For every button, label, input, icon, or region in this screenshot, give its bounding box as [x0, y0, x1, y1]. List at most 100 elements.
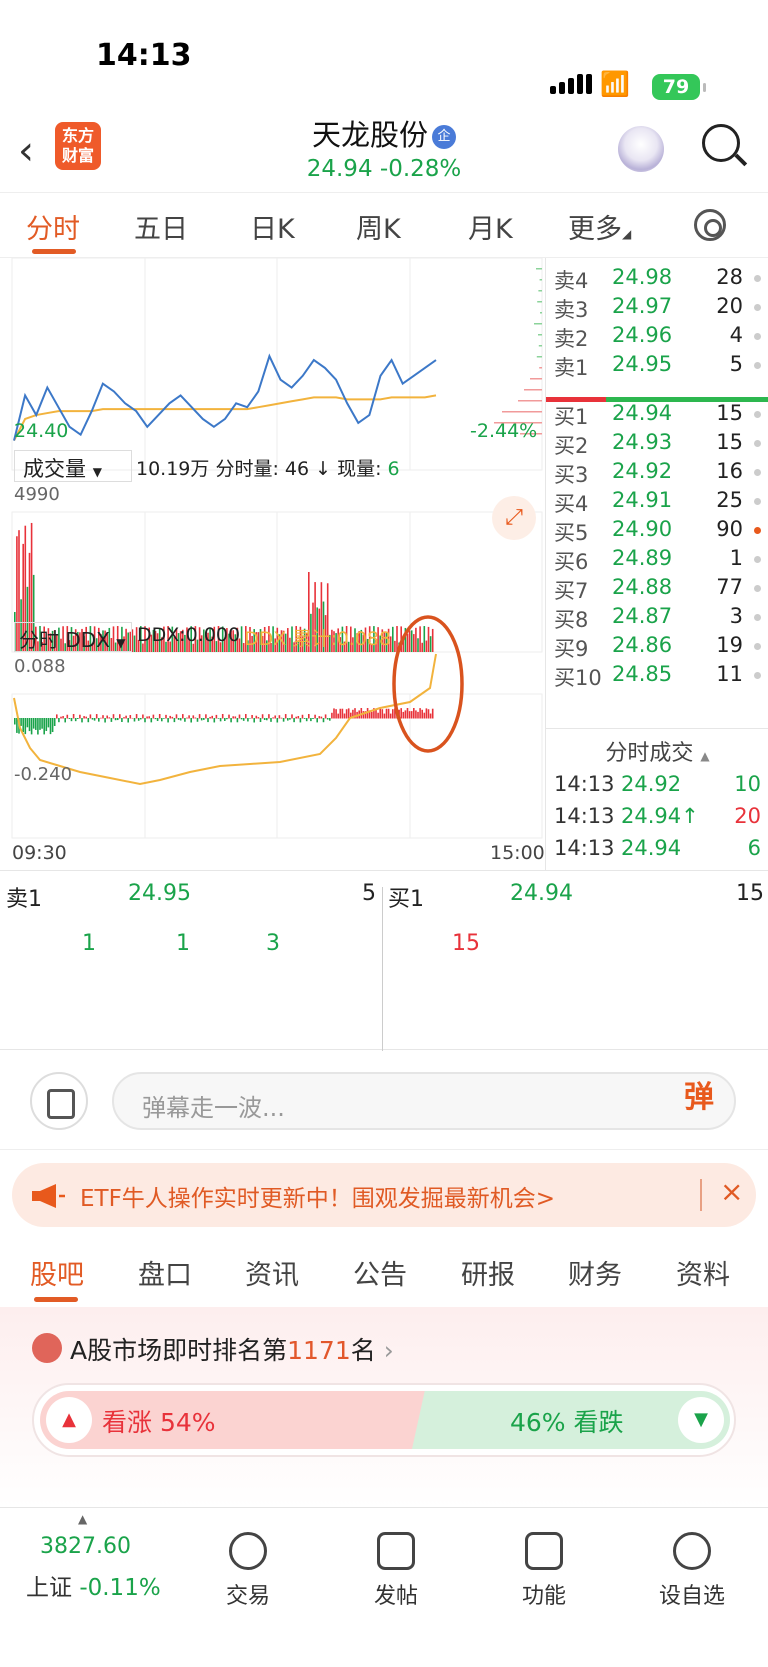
ddx-bar	[83, 716, 85, 719]
tab-research[interactable]: 研报	[461, 1253, 515, 1292]
ddx-bar	[238, 714, 241, 719]
order-book-sell-row: 卖1 24.95 5	[546, 349, 768, 380]
ddx-bar	[280, 717, 283, 719]
ddx-bar	[198, 714, 201, 719]
ddx-bar	[156, 718, 159, 722]
ddx-bar	[14, 718, 16, 725]
ddx-bar	[179, 718, 182, 721]
index-value[interactable]: 3827.60	[40, 1534, 131, 1559]
watchlist-button[interactable]: 设自选	[632, 1532, 752, 1610]
ddx-bar	[371, 711, 373, 719]
bull-share[interactable]	[40, 1391, 432, 1449]
ddx-bar	[423, 712, 426, 719]
ddx-bar	[116, 718, 119, 721]
level-qty: 28	[716, 265, 743, 289]
danmu-send-button[interactable]: 弹	[684, 1072, 728, 1116]
order-book-sell-row: 卖3 24.97 20	[546, 291, 768, 322]
ddx-bar	[150, 718, 153, 723]
ddx-bar	[427, 709, 430, 719]
ddx-bar	[142, 714, 144, 719]
grid-icon	[525, 1532, 563, 1570]
ddx-bar	[146, 716, 148, 719]
ddx-bar	[217, 718, 220, 719]
tab-weekly-k[interactable]: 周K	[356, 207, 401, 246]
bear-arrow-icon[interactable]: ▼	[678, 1397, 724, 1443]
market-rank[interactable]: A股市场即时排名第1171名 ›	[70, 1331, 394, 1367]
ddx-bar	[161, 718, 163, 722]
ddx-bar	[205, 714, 207, 719]
tab-daily-k[interactable]: 日K	[250, 207, 295, 246]
ddx-bar	[259, 718, 262, 723]
bull-arrow-icon[interactable]: ▲	[46, 1397, 92, 1443]
ddx-bar	[43, 718, 45, 735]
ddx-bar	[171, 716, 174, 719]
low-pct-label: -2.44%	[470, 420, 538, 442]
order-book-buy-row: 买5 24.90 90	[546, 514, 768, 545]
ddx-bar	[209, 716, 211, 719]
ddx-bar	[66, 714, 69, 719]
ddx-bar	[377, 712, 379, 719]
tab-news[interactable]: 资讯	[245, 1253, 299, 1292]
volume-bar	[408, 630, 411, 652]
gear-icon[interactable]	[694, 209, 726, 241]
tab-more[interactable]: 更多◢	[568, 207, 631, 246]
order-book: 分时成交 ▲ 卖4 24.98 28 卖3 24.97 20 卖2 24.96 4 卖1 24.95…	[545, 258, 768, 870]
collapse-arrow-icon[interactable]: ▲	[78, 1512, 87, 1526]
tab-finance[interactable]: 财务	[568, 1253, 622, 1292]
ddx-bar	[211, 715, 213, 719]
close-icon[interactable]: ×	[720, 1175, 743, 1208]
tab-five-day[interactable]: 五日	[134, 207, 188, 246]
level-qty: 77	[716, 575, 743, 599]
search-icon[interactable]	[702, 124, 740, 162]
ddx-bar	[339, 708, 342, 719]
ddx-bar	[278, 715, 281, 719]
level-qty: 11	[716, 662, 743, 686]
tab-guba[interactable]: 股吧	[30, 1253, 84, 1292]
volume-selector[interactable]: 成交量 ▼	[14, 450, 132, 482]
ddx-bar	[425, 708, 428, 719]
ddx-bar	[240, 718, 243, 720]
depth-bar	[536, 356, 542, 358]
level-price: 24.97	[612, 294, 673, 318]
danmu-settings-icon[interactable]	[30, 1072, 88, 1130]
section-tabs: 股吧 盘口 资讯 公告 研报 财务 资料	[0, 1237, 768, 1307]
ddx-bar	[402, 711, 405, 719]
depth-bar	[518, 400, 542, 402]
tab-monthly-k[interactable]: 月K	[468, 207, 513, 246]
ddx-bar	[410, 711, 413, 719]
queue-buy-label: 买1	[388, 887, 424, 912]
functions-button[interactable]: 功能	[484, 1532, 604, 1610]
ticks-header[interactable]: 分时成交 ▲	[546, 728, 768, 766]
robot-avatar-icon[interactable]	[618, 126, 664, 172]
tick-time: 14:13	[554, 772, 615, 796]
ddx-selector[interactable]: 分时 DDX ▼	[14, 622, 132, 652]
ddx-bar	[74, 718, 77, 722]
tab-intraday[interactable]: 分时	[26, 207, 80, 246]
dot-icon	[754, 556, 761, 563]
level-price: 24.85	[612, 662, 673, 686]
ddx-bar	[387, 708, 390, 719]
intraday-chart[interactable]: 24.40 -2.44% 成交量 ▼ 10.19万 分时量: 46 ↓ 现量: …	[0, 257, 545, 870]
ddx-bar	[392, 709, 394, 719]
ddx-bar	[293, 718, 295, 723]
tick-price: 24.94	[621, 836, 682, 860]
ddx-bar	[81, 718, 83, 723]
expand-icon[interactable]: ⤢	[492, 496, 536, 540]
etf-banner[interactable]: ETF牛人操作实时更新中！围观发掘最新机会> ×	[12, 1163, 756, 1227]
ddx-bar	[89, 714, 92, 719]
volume-bar	[394, 640, 396, 652]
ddx-bar	[121, 718, 123, 722]
level-label: 卖1	[554, 356, 589, 380]
trade-button[interactable]: 交易	[188, 1532, 308, 1610]
tab-pankou[interactable]: 盘口	[138, 1253, 192, 1292]
ddx-bar	[72, 714, 75, 719]
tab-announcements[interactable]: 公告	[353, 1253, 407, 1292]
ddx-bar	[32, 718, 35, 729]
danmu-input[interactable]: 弹幕走一波...	[112, 1072, 736, 1130]
ddx-bar	[104, 718, 106, 723]
post-button[interactable]: 发帖	[336, 1532, 456, 1610]
ddx-bar	[173, 718, 176, 723]
dot-icon	[754, 275, 761, 282]
index-info[interactable]: 上证 -0.11%	[26, 1568, 161, 1602]
tab-profile[interactable]: 资料	[676, 1253, 730, 1292]
